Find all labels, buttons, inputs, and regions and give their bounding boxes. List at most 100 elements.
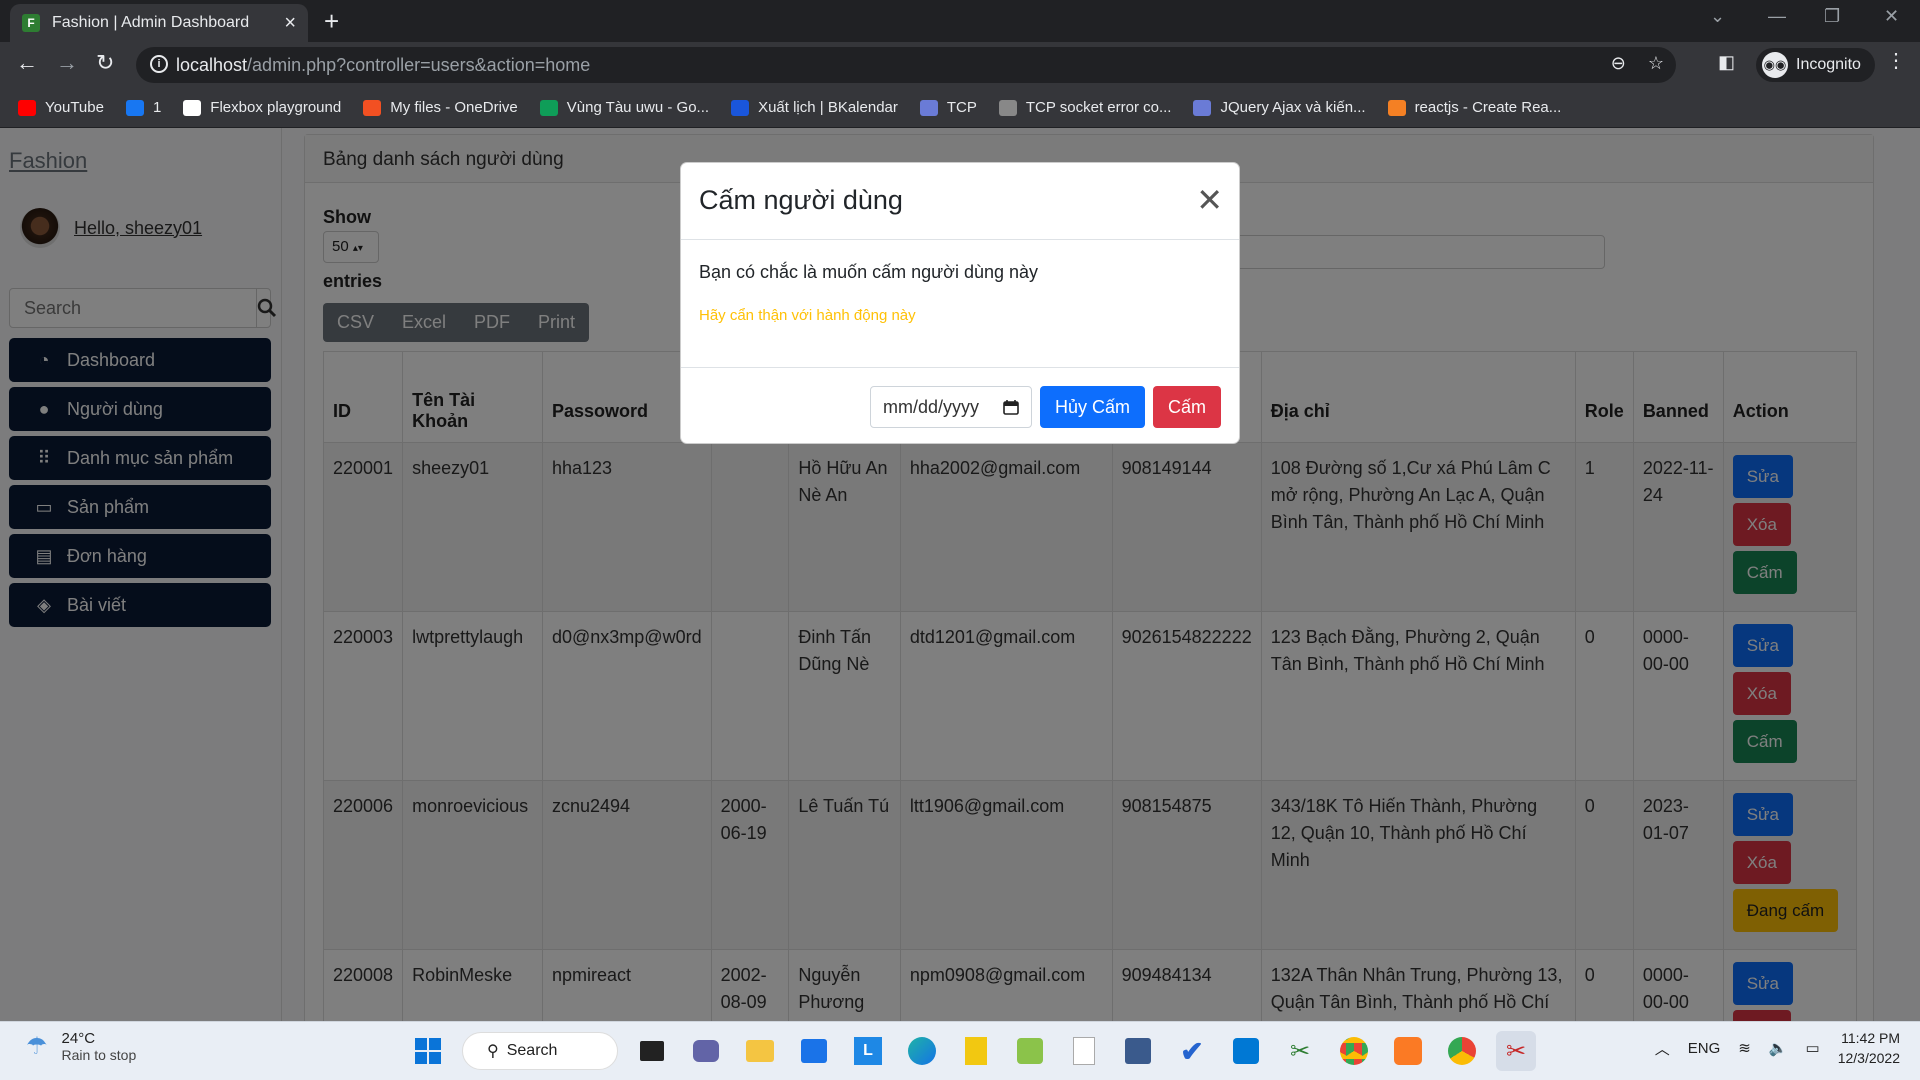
bookmark-label: Vùng Tàu uwu - Go... [566, 99, 710, 116]
edge-icon[interactable] [902, 1031, 942, 1071]
browser-tab[interactable]: F Fashion | Admin Dashboard × [10, 4, 308, 42]
close-window-button[interactable]: ✕ [1884, 6, 1899, 27]
chat-icon[interactable] [686, 1031, 726, 1071]
bookmark-label: TCP socket error co... [1025, 99, 1172, 116]
modal-title: Cấm người dùng [699, 185, 903, 215]
snipping-tool-icon[interactable]: ✂ [1496, 1031, 1536, 1071]
modal-warning: Hãy cẩn thận với hành động này [699, 307, 916, 324]
bookmark-label: JQuery Ajax và kiến... [1220, 99, 1366, 116]
forward-icon[interactable]: → [56, 50, 78, 76]
file-explorer-icon[interactable] [740, 1031, 780, 1071]
clock-time: 11:42 PM [1841, 1030, 1900, 1046]
system-tray: ︿ ENG ≋ 🔈 ▭ 11:42 PM 12/3/2022 [1655, 1028, 1900, 1068]
chrome-incognito-icon[interactable] [1442, 1031, 1482, 1071]
bookmark-item[interactable]: Xuất lịch | BKalendar [731, 99, 898, 116]
language-indicator[interactable]: ENG [1688, 1040, 1721, 1057]
windows-taskbar: ☂ 24°C Rain to stop ⚲ Search L ✔ ✂ ✂ ︿ E… [0, 1021, 1920, 1080]
new-tab-button[interactable]: + [324, 6, 339, 37]
weather-text: Rain to stop [61, 1047, 137, 1063]
bookmark-item[interactable]: Flexbox playground [183, 99, 341, 116]
modal-message: Bạn có chắc là muốn cấm người dùng này [699, 262, 1039, 282]
tab-strip: F Fashion | Admin Dashboard × + ⌄ — ❐ ✕ [0, 0, 1920, 42]
url-host: localhost [176, 54, 248, 75]
power-bi-icon[interactable] [956, 1031, 996, 1071]
windows-logo-icon [415, 1038, 441, 1064]
store-icon[interactable] [794, 1031, 834, 1071]
notepad-icon[interactable] [1064, 1031, 1104, 1071]
site-info-icon[interactable]: i [150, 55, 168, 73]
browser-toolbar: ← → ↻ i localhost/admin.php?controller=u… [0, 42, 1920, 88]
vscode-icon[interactable] [1226, 1031, 1266, 1071]
task-view-icon[interactable] [632, 1031, 672, 1071]
bookmark-label: TCP [946, 99, 977, 116]
bookmark-item[interactable]: reactjs - Create Rea... [1387, 99, 1562, 116]
bookmark-favicon-icon [183, 99, 202, 116]
web-page: Fashion Hello, sheezy01 ◔Dashboard●Người… [0, 128, 1920, 1021]
app-l-icon[interactable]: L [848, 1031, 888, 1071]
ban-date-input[interactable]: mm/dd/yyyy [869, 386, 1032, 428]
bookmark-favicon-icon [539, 99, 558, 116]
xampp-icon[interactable] [1388, 1031, 1428, 1071]
weather-widget[interactable]: ☂ 24°C Rain to stop [26, 1030, 136, 1063]
bookmark-favicon-icon [731, 99, 750, 116]
bookmark-item[interactable]: TCP socket error co... [998, 99, 1172, 116]
bookmark-favicon-icon [998, 99, 1017, 116]
bookmark-label: Xuất lịch | BKalendar [758, 99, 898, 116]
bookmark-label: 1 [152, 99, 162, 116]
bookmark-item[interactable]: TCP [919, 99, 977, 116]
restore-button[interactable]: ❐ [1824, 6, 1840, 27]
calendar-icon[interactable] [1003, 399, 1019, 415]
temperature: 24°C [61, 1030, 96, 1047]
paint-icon[interactable] [1010, 1031, 1050, 1071]
start-button[interactable] [408, 1031, 448, 1071]
bookmark-item[interactable]: JQuery Ajax và kiến... [1193, 99, 1366, 116]
bookmark-item[interactable]: Vùng Tàu uwu - Go... [539, 99, 710, 116]
chevron-up-icon[interactable]: ︿ [1655, 1038, 1670, 1059]
zoom-icon[interactable]: ⊖ [1611, 53, 1626, 74]
taskbar-search[interactable]: ⚲ Search [462, 1032, 618, 1070]
bookmark-favicon-icon [1387, 99, 1406, 116]
bookmark-label: My files - OneDrive [390, 99, 518, 116]
address-bar[interactable]: i localhost/admin.php?controller=users&a… [136, 47, 1676, 83]
todo-icon[interactable]: ✔ [1172, 1031, 1212, 1071]
clock[interactable]: 11:42 PM 12/3/2022 [1838, 1028, 1900, 1068]
incognito-profile[interactable]: ◉◉ Incognito [1756, 48, 1875, 82]
ban-user-modal: Cấm người dùng ✕ Bạn có chắc là muốn cấm… [680, 162, 1240, 444]
search-icon: ⚲ [487, 1043, 499, 1060]
minimize-button[interactable]: — [1768, 6, 1786, 27]
bookmark-favicon-icon [125, 99, 144, 116]
bookmark-star-icon[interactable]: ☆ [1648, 53, 1664, 74]
bookmark-favicon-icon [1193, 99, 1212, 116]
vpn-icon[interactable] [1118, 1031, 1158, 1071]
bookmark-item[interactable]: 1 [125, 99, 162, 116]
chrome-icon[interactable] [1334, 1031, 1374, 1071]
battery-icon[interactable]: ▭ [1806, 1039, 1820, 1057]
snip-icon[interactable]: ✂ [1280, 1031, 1320, 1071]
rain-icon: ☂ [26, 1033, 48, 1060]
back-icon[interactable]: ← [16, 50, 38, 76]
bookmark-label: Flexbox playground [210, 99, 342, 116]
close-tab-icon[interactable]: × [284, 12, 296, 35]
bookmark-item[interactable]: YouTube [18, 99, 104, 116]
reload-icon[interactable]: ↻ [96, 50, 114, 76]
bookmark-favicon-icon [919, 99, 938, 116]
volume-icon[interactable]: 🔈 [1769, 1039, 1788, 1057]
url-path: /admin.php?controller=users&action=home [247, 54, 591, 75]
tab-title: Fashion | Admin Dashboard [52, 14, 250, 31]
clock-date: 12/3/2022 [1837, 1050, 1900, 1066]
tab-search-icon[interactable]: ⌄ [1710, 6, 1725, 27]
favicon-icon: F [22, 14, 40, 32]
wifi-icon[interactable]: ≋ [1738, 1039, 1751, 1057]
bookmark-label: reactjs - Create Rea... [1414, 99, 1562, 116]
side-panel-icon[interactable]: ◧ [1718, 52, 1735, 73]
incognito-icon: ◉◉ [1762, 52, 1788, 78]
bookmark-item[interactable]: My files - OneDrive [363, 99, 518, 116]
bookmark-label: YouTube [45, 99, 104, 116]
unban-button[interactable]: Hủy Cấm [1039, 386, 1145, 428]
date-placeholder: mm/dd/yyyy [882, 396, 979, 417]
menu-kebab-icon[interactable]: ⋮ [1886, 48, 1906, 73]
taskbar-search-label: Search [506, 1042, 558, 1059]
confirm-ban-button[interactable]: Cấm [1152, 386, 1221, 428]
bookmark-favicon-icon [363, 99, 382, 116]
close-icon[interactable]: ✕ [1196, 181, 1223, 219]
